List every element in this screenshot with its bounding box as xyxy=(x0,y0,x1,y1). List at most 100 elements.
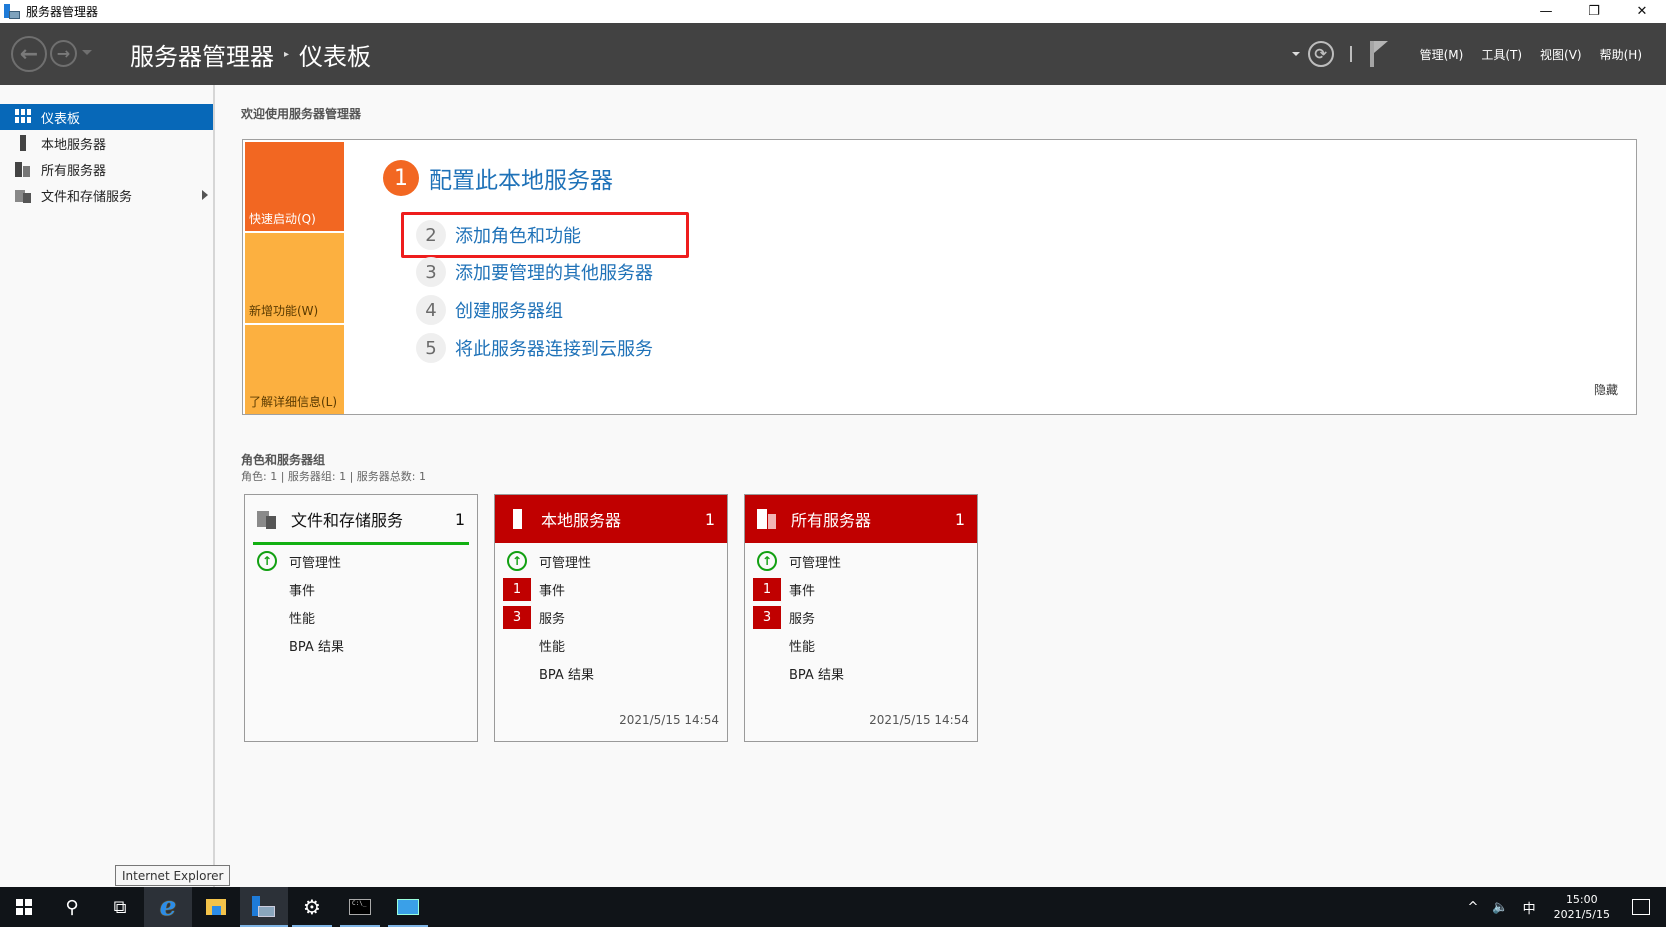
tile-row-performance[interactable]: 性能 xyxy=(745,631,977,659)
internet-explorer-icon: e xyxy=(159,892,177,922)
alert-count-badge: 3 xyxy=(753,605,781,629)
role-tile-file-storage[interactable]: 文件和存储服务 1 ↑ 可管理性 事件 性能 BPA 结果 xyxy=(244,494,478,742)
step-number: 3 xyxy=(416,257,446,287)
restore-button[interactable]: ❐ xyxy=(1571,0,1617,23)
file-storage-icon xyxy=(15,187,33,203)
breadcrumb-current: 仪表板 xyxy=(299,43,372,71)
step-link[interactable]: 添加要管理的其他服务器 xyxy=(455,259,653,285)
history-dropdown-icon[interactable] xyxy=(82,50,92,55)
step-link[interactable]: 创建服务器组 xyxy=(455,297,563,323)
tile-count: 1 xyxy=(704,509,715,529)
taskbar-file-explorer[interactable] xyxy=(192,887,240,927)
tab-quick-start[interactable]: 快速启动(Q) xyxy=(245,142,344,231)
step-number: 1 xyxy=(383,160,419,196)
step-link[interactable]: 配置此本地服务器 xyxy=(429,161,613,195)
show-hidden-icons-chevron-icon[interactable]: ^ xyxy=(1467,900,1478,915)
row-label: 事件 xyxy=(289,583,316,599)
refresh-dropdown-icon[interactable] xyxy=(1291,52,1300,56)
tile-row-manageability[interactable]: ↑ 可管理性 xyxy=(495,547,727,575)
step-link[interactable]: 将此服务器连接到云服务 xyxy=(455,335,653,361)
alert-count-badge: 1 xyxy=(503,577,531,601)
tile-header[interactable]: 文件和存储服务 1 xyxy=(245,495,477,545)
clock[interactable]: 15:00 2021/5/15 xyxy=(1554,892,1610,922)
tile-row-performance[interactable]: 性能 xyxy=(245,603,477,631)
taskbar-server-manager[interactable] xyxy=(240,887,288,927)
forward-button[interactable]: → xyxy=(50,40,77,67)
tile-row-manageability[interactable]: ↑ 可管理性 xyxy=(745,547,977,575)
tile-row-services[interactable]: 3 服务 xyxy=(745,603,977,631)
volume-muted-icon[interactable]: 🔈 xyxy=(1492,900,1508,915)
tile-row-performance[interactable]: 性能 xyxy=(495,631,727,659)
back-button[interactable]: ← xyxy=(11,36,47,72)
step-create-server-group[interactable]: 4 创建服务器组 xyxy=(416,295,563,325)
sidebar-item-all-servers[interactable]: 所有服务器 xyxy=(0,156,213,182)
taskbar-command-prompt[interactable]: C:\_ xyxy=(336,887,384,927)
row-label: 性能 xyxy=(789,639,816,655)
minimize-button[interactable]: — xyxy=(1523,0,1569,23)
tile-header[interactable]: 所有服务器 1 xyxy=(745,495,977,543)
menu-help[interactable]: 帮助(H) xyxy=(1600,46,1642,63)
ime-indicator[interactable]: 中 xyxy=(1523,898,1536,917)
action-center-icon[interactable] xyxy=(1632,899,1650,915)
task-view-button[interactable]: ⧉ xyxy=(96,887,144,927)
expand-arrow-icon[interactable] xyxy=(202,190,208,200)
taskbar: ⚲ ⧉ e ⚙ C:\_ ^ 🔈 中 15:00 2021/5/15 xyxy=(0,887,1666,927)
file-storage-icon xyxy=(257,509,279,529)
sidebar-item-file-storage[interactable]: 文件和存储服务 xyxy=(0,182,213,208)
taskbar-tooltip: Internet Explorer xyxy=(115,865,231,886)
toolbar-divider xyxy=(1349,46,1352,62)
tile-row-bpa[interactable]: BPA 结果 xyxy=(745,659,977,687)
alert-count-badge: 3 xyxy=(503,605,531,629)
menu-manage[interactable]: 管理(M) xyxy=(1420,46,1464,63)
taskbar-settings[interactable]: ⚙ xyxy=(288,887,336,927)
search-button[interactable]: ⚲ xyxy=(48,887,96,927)
clock-time: 15:00 xyxy=(1565,893,1598,906)
tile-row-manageability[interactable]: ↑ 可管理性 xyxy=(245,547,477,575)
header-toolbar: ⟳ 管理(M) 工具(T) 视图(V) 帮助(H) xyxy=(1291,23,1666,85)
dashboard-icon xyxy=(15,109,33,125)
step-configure-local-server[interactable]: 1 配置此本地服务器 xyxy=(383,160,613,196)
sidebar-item-local-server[interactable]: 本地服务器 xyxy=(0,130,213,156)
notifications-flag-icon[interactable] xyxy=(1369,41,1390,67)
menu-view[interactable]: 视图(V) xyxy=(1540,46,1582,63)
refresh-icon[interactable]: ⟳ xyxy=(1307,41,1334,67)
close-button[interactable]: ✕ xyxy=(1619,0,1665,23)
step-add-other-servers[interactable]: 3 添加要管理的其他服务器 xyxy=(416,257,653,287)
step-connect-cloud[interactable]: 5 将此服务器连接到云服务 xyxy=(416,333,653,363)
server-manager-app-icon xyxy=(4,3,20,20)
hide-link[interactable]: 隐藏 xyxy=(1594,381,1618,398)
tile-title: 所有服务器 xyxy=(791,511,872,530)
command-prompt-icon: C:\_ xyxy=(349,899,371,915)
taskbar-control-panel[interactable] xyxy=(384,887,432,927)
step-number: 4 xyxy=(416,295,446,325)
sidebar-item-label: 所有服务器 xyxy=(41,163,107,179)
all-servers-icon xyxy=(15,161,33,177)
gear-icon: ⚙ xyxy=(303,895,321,919)
tile-row-bpa[interactable]: BPA 结果 xyxy=(495,659,727,687)
tab-whats-new[interactable]: 新增功能(W) xyxy=(245,233,344,323)
taskbar-internet-explorer[interactable]: e xyxy=(144,887,192,927)
tab-learn-more[interactable]: 了解详细信息(L) xyxy=(245,325,344,414)
tile-row-events[interactable]: 1 事件 xyxy=(745,575,977,603)
search-icon: ⚲ xyxy=(65,896,79,918)
tile-row-events[interactable]: 1 事件 xyxy=(495,575,727,603)
quick-start-panel: 快速启动(Q) 新增功能(W) 了解详细信息(L) 1 配置此本地服务器 2 添… xyxy=(242,139,1637,415)
tile-header[interactable]: 本地服务器 1 xyxy=(495,495,727,543)
breadcrumb-root[interactable]: 服务器管理器 xyxy=(130,37,274,72)
local-server-icon xyxy=(15,135,33,151)
row-label: 可管理性 xyxy=(289,555,342,571)
role-tile-local-server[interactable]: 本地服务器 1 ↑ 可管理性 1 事件 3 服务 性能 BPA 结果 2021/… xyxy=(494,494,728,742)
role-tile-all-servers[interactable]: 所有服务器 1 ↑ 可管理性 1 事件 3 服务 性能 BPA 结果 2021/… xyxy=(744,494,978,742)
tile-count: 1 xyxy=(454,509,465,529)
sidebar-item-dashboard[interactable]: 仪表板 xyxy=(0,104,213,130)
tile-row-services[interactable]: 3 服务 xyxy=(495,603,727,631)
system-tray: ^ 🔈 中 15:00 2021/5/15 xyxy=(1467,887,1666,927)
tile-title: 本地服务器 xyxy=(541,511,622,530)
start-button[interactable] xyxy=(0,887,48,927)
file-explorer-icon xyxy=(206,899,226,915)
tile-row-bpa[interactable]: BPA 结果 xyxy=(245,631,477,659)
menu-tools[interactable]: 工具(T) xyxy=(1481,46,1522,63)
row-label: 性能 xyxy=(289,611,316,627)
tile-row-events[interactable]: 事件 xyxy=(245,575,477,603)
app-header: ← → 服务器管理器 ▸ 仪表板 ⟳ 管理(M) 工具(T) 视图(V) 帮助(… xyxy=(0,23,1666,85)
